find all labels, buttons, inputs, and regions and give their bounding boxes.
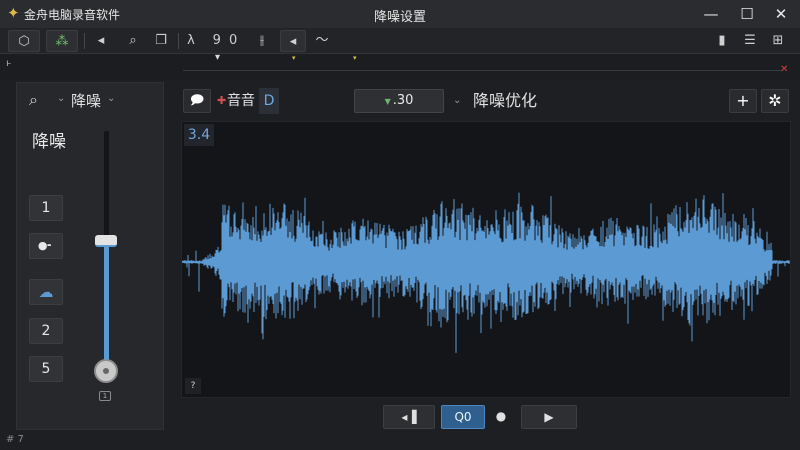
play-button[interactable]: ▶ — [521, 405, 577, 429]
value-field[interactable]: ▼ .30 — [354, 89, 444, 113]
cube-icon[interactable]: ⬡ — [8, 30, 40, 52]
noise-reduction-panel: ⌕ ⌄ 降噪 ⌄ 降噪 1 ●╸ ☁ 2 5 1 — [16, 82, 164, 430]
audio-label[interactable]: 音音 — [227, 88, 255, 114]
minimize-button[interactable]: — — [696, 2, 726, 26]
q-button[interactable]: Q0 — [441, 405, 485, 429]
panel-title: 降噪 — [32, 132, 66, 152]
waveform — [182, 192, 790, 353]
toolbar-divider — [84, 33, 85, 49]
preset-button-1[interactable]: 1 — [29, 195, 63, 221]
ruler-marker-icon: ▾ — [292, 54, 296, 62]
toolbar: ⬡ ⁂ ◂ ⌕ ❐ λ 9 0 ⫲ ◂ 〜 ▮ ☰ ⊞ — [0, 28, 800, 54]
toolbar-divider — [178, 33, 179, 49]
ruler-line — [183, 70, 783, 71]
rewind-button[interactable]: ◂▐ — [383, 405, 435, 429]
cloud-icon[interactable]: ☁ — [29, 279, 63, 305]
value-text: .30 — [392, 93, 414, 108]
panel-header[interactable]: 降噪 — [71, 90, 101, 111]
waveform-header: 🗩 ✚ 音音 D ▼ .30 ⌄ 降噪优化 + ✲ — [181, 87, 791, 117]
waveform-panel[interactable]: 3.4 ? — [181, 121, 791, 398]
wave-icon[interactable]: 〜 — [312, 30, 332, 52]
lambda-icon[interactable]: λ — [184, 30, 198, 52]
maximize-button[interactable]: ☐ — [732, 2, 762, 26]
title-bar: ✦ 金舟电脑录音软件 降噪设置 — ☐ ✕ — [0, 0, 800, 28]
preset-button-5[interactable]: 5 — [29, 356, 63, 382]
select-icon[interactable]: ⌕ — [122, 30, 144, 52]
audio-channel-badge[interactable]: D — [259, 88, 279, 114]
knob-icon[interactable]: ●╸ — [29, 233, 63, 259]
arrow-back-icon[interactable]: ◂ — [280, 30, 306, 52]
slider-lock-icon[interactable]: 1 — [99, 391, 111, 401]
record-button[interactable]: ● — [489, 405, 513, 429]
comment-icon[interactable]: 🗩 — [183, 89, 211, 113]
ruler-marker-icon: ▾ — [353, 54, 357, 62]
slider-fill — [104, 240, 109, 371]
status-bar: # 7 — [0, 432, 800, 450]
status-text: # 7 — [6, 434, 24, 445]
add-button[interactable]: + — [729, 89, 757, 113]
timeline-ruler[interactable]: ⱶ ▾ ▾ ▾ ✕ — [0, 52, 800, 80]
copy-icon[interactable]: ❐ — [150, 30, 172, 52]
asterisk-icon[interactable]: ✲ — [761, 89, 789, 113]
preset-button-2[interactable]: 2 — [29, 318, 63, 344]
help-icon[interactable]: ? — [185, 378, 201, 394]
chevron-down-icon[interactable]: ⌄ — [57, 93, 65, 104]
branch-icon[interactable]: ⁂ — [46, 30, 78, 52]
grid-icon[interactable]: ⊞ — [768, 30, 788, 52]
slider-handle[interactable] — [95, 235, 117, 247]
window-title: 降噪设置 — [373, 10, 426, 25]
chevron-down-icon[interactable]: ⌄ — [453, 88, 461, 114]
arrow-left-icon[interactable]: ◂ — [90, 30, 112, 52]
slider-knob[interactable] — [94, 359, 118, 383]
playhead-marker-icon[interactable]: ▾ — [215, 52, 220, 63]
ruler-start-icon: ⱶ — [6, 58, 12, 69]
triangle-down-icon: ▼ — [384, 97, 391, 106]
split-icon[interactable]: ⫲ — [252, 30, 272, 52]
time-badge: 3.4 — [184, 124, 214, 146]
waveform-path — [182, 192, 790, 353]
ruler-end-icon[interactable]: ✕ — [780, 64, 788, 75]
tag-icon: ✚ — [217, 94, 227, 107]
close-button[interactable]: ✕ — [766, 2, 796, 26]
search-icon[interactable]: ⌕ — [29, 90, 38, 110]
optimize-label[interactable]: 降噪优化 — [473, 88, 537, 114]
film-icon[interactable]: ▮ — [712, 30, 732, 52]
list-icon[interactable]: ☰ — [740, 30, 760, 52]
number-display: 9 0 — [212, 33, 240, 48]
chevron-down-icon[interactable]: ⌄ — [107, 93, 115, 104]
